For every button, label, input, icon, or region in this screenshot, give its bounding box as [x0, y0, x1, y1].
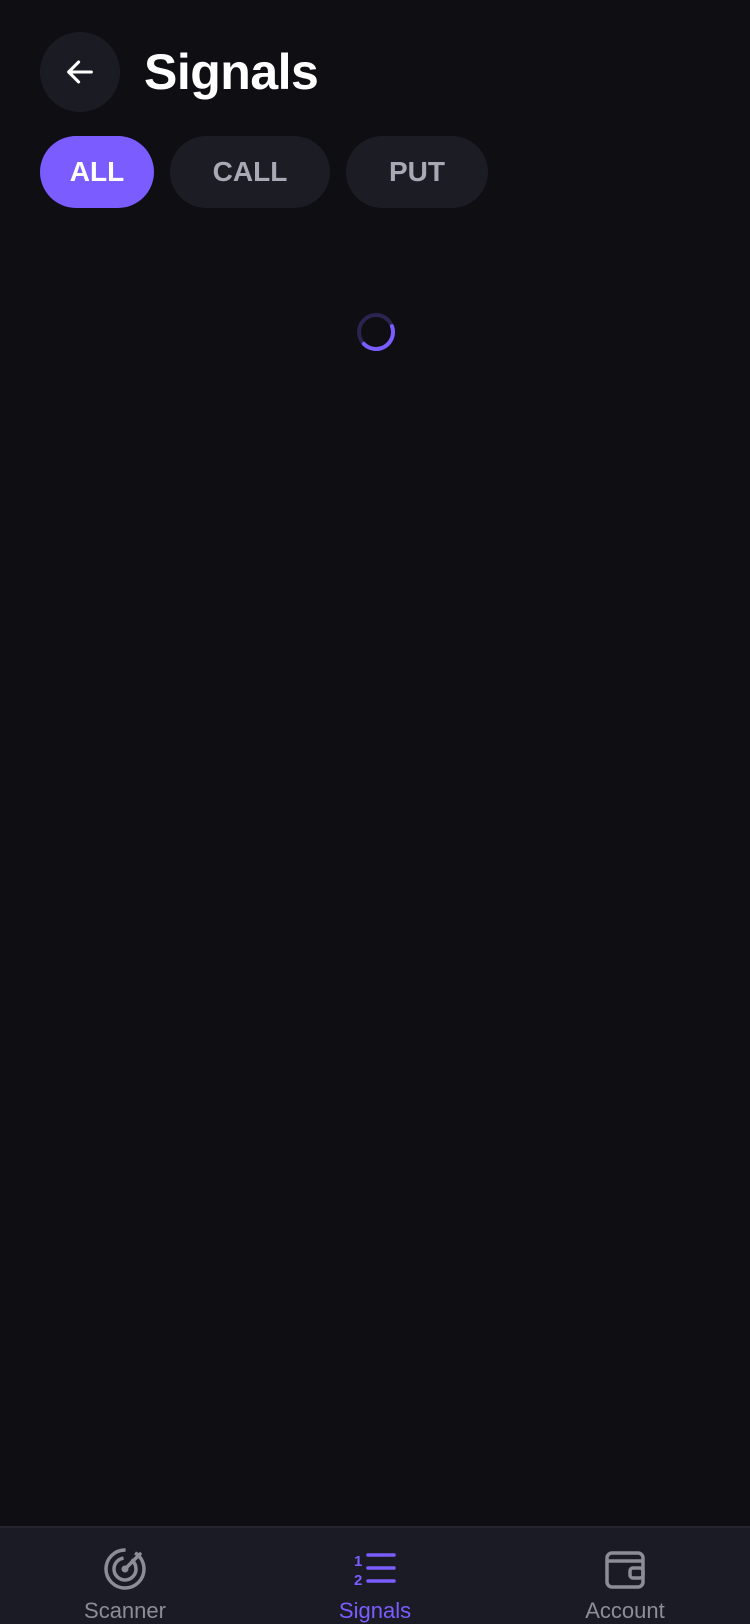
filter-chip-all[interactable]: ALL	[40, 136, 154, 208]
bottom-nav: Scanner 1 2 Signals Account	[0, 1526, 750, 1624]
page-title: Signals	[144, 44, 319, 100]
nav-label-signals: Signals	[338, 1598, 412, 1623]
nav-label-account: Account	[585, 1598, 665, 1623]
radar-icon	[104, 1548, 146, 1590]
signals-screen: Signals ALL CALL PUT Scanner 1 2 Signals	[0, 0, 750, 1624]
filter-chip-call[interactable]: CALL	[170, 136, 330, 208]
nav-item-account[interactable]: Account	[500, 1528, 750, 1624]
filter-chip-put[interactable]: PUT	[346, 136, 488, 208]
header: Signals	[40, 32, 319, 112]
wallet-icon	[605, 1551, 645, 1589]
back-button[interactable]	[40, 32, 120, 112]
loading-spinner-icon	[357, 313, 395, 352]
svg-text:1: 1	[354, 1553, 362, 1570]
nav-item-signals[interactable]: 1 2 Signals	[250, 1528, 500, 1624]
svg-text:2: 2	[354, 1572, 362, 1589]
nav-item-scanner[interactable]: Scanner	[0, 1528, 250, 1624]
nav-label-scanner: Scanner	[84, 1598, 166, 1623]
filter-chips: ALL CALL PUT	[40, 136, 488, 208]
arrow-left-icon	[67, 60, 93, 84]
numbered-list-icon: 1 2	[354, 1553, 396, 1589]
